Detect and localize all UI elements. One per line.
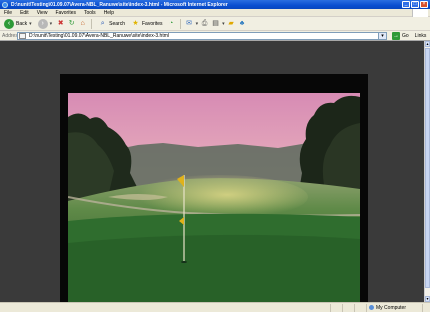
search-button[interactable]: ⌕ Search — [96, 18, 127, 30]
refresh-icon[interactable]: ↻ — [67, 19, 76, 28]
golf-course-photo — [68, 93, 360, 302]
windows-flag-icon — [412, 9, 428, 17]
window-controls: _ □ × — [402, 1, 428, 8]
edit-dropdown-icon[interactable]: ▾ — [222, 21, 225, 27]
favorites-star-icon: ★ — [132, 20, 139, 27]
search-icon: ⌕ — [100, 20, 105, 27]
forward-dropdown-icon[interactable]: ▾ — [50, 21, 53, 27]
status-cell — [330, 303, 342, 312]
go-button[interactable]: → Go — [392, 31, 409, 40]
zone-label: My Computer — [376, 304, 407, 311]
address-input[interactable]: D:\nunit\Testing\01.09.07\Avera-NBL_Ranu… — [17, 31, 387, 40]
menu-file[interactable]: File — [0, 10, 16, 16]
menu-favorites[interactable]: Favorites — [51, 10, 80, 16]
minimize-button[interactable]: _ — [402, 1, 410, 8]
go-arrow-icon: → — [392, 31, 400, 40]
my-computer-icon — [369, 305, 374, 310]
address-label: Address — [2, 32, 21, 39]
menu-edit[interactable]: Edit — [16, 10, 33, 16]
close-button[interactable]: × — [420, 1, 428, 8]
scroll-up-icon[interactable]: ▴ — [425, 41, 430, 47]
standard-toolbar: ‹ Back ▾ › ▾ ✖ ↻ ⌂ ⌕ Search ★ Favorites … — [0, 17, 430, 31]
links-button[interactable]: Links — [415, 33, 427, 39]
menu-view[interactable]: View — [33, 10, 52, 16]
forward-arrow-icon: › — [37, 18, 48, 29]
resize-grip-icon[interactable] — [422, 303, 430, 312]
mail-dropdown-icon[interactable]: ▾ — [196, 21, 199, 27]
status-cell — [342, 303, 354, 312]
menu-bar: File Edit View Favorites Tools Help — [0, 9, 430, 17]
back-dropdown-icon[interactable]: ▾ — [29, 21, 32, 27]
toolbar-separator — [179, 18, 181, 29]
messenger-icon[interactable]: ♣ — [238, 19, 247, 28]
page-icon — [19, 32, 26, 39]
address-dropdown-icon[interactable]: ▾ — [378, 32, 386, 39]
toolbar-separator — [91, 18, 93, 29]
home-icon[interactable]: ⌂ — [78, 19, 87, 28]
status-bar: My Computer — [0, 302, 430, 312]
print-icon[interactable]: ⎙ — [200, 19, 209, 28]
favorites-label: Favorites — [142, 20, 163, 27]
back-label: Back — [16, 20, 28, 27]
ie-logo-icon — [2, 1, 8, 8]
address-value[interactable]: D:\nunit\Testing\01.09.07\Avera-NBL_Ranu… — [29, 33, 169, 39]
mail-icon[interactable]: ✉ — [185, 19, 194, 28]
security-zone: My Computer — [366, 303, 422, 312]
back-button[interactable]: ‹ Back ▾ — [2, 18, 34, 30]
back-arrow-icon: ‹ — [4, 18, 14, 29]
status-cell — [354, 303, 366, 312]
window-title: D:\nunit\Testing\01.09.07\Avera-NBL_Ranu… — [11, 1, 228, 8]
forward-button[interactable]: › ▾ — [36, 18, 55, 30]
stop-icon[interactable]: ✖ — [56, 19, 65, 28]
address-bar: Address D:\nunit\Testing\01.09.07\Avera-… — [0, 31, 430, 41]
title-bar: D:\nunit\Testing\01.09.07\Avera-NBL_Ranu… — [0, 0, 430, 9]
photo-frame — [60, 74, 368, 302]
folder-icon[interactable]: ▰ — [227, 19, 236, 28]
maximize-button[interactable]: □ — [411, 1, 419, 8]
edit-icon[interactable]: ▤ — [211, 19, 220, 28]
go-label: Go — [402, 32, 409, 39]
vertical-scrollbar[interactable]: ▴ ▾ — [424, 41, 430, 302]
menu-tools[interactable]: Tools — [80, 10, 100, 16]
history-icon[interactable]: ◔ — [167, 19, 176, 28]
search-label: Search — [109, 20, 125, 27]
menu-help[interactable]: Help — [100, 10, 118, 16]
favorites-button[interactable]: ★ Favorites — [129, 18, 165, 30]
scroll-thumb[interactable] — [425, 48, 430, 288]
page-viewport — [0, 41, 424, 302]
status-text — [0, 304, 330, 312]
